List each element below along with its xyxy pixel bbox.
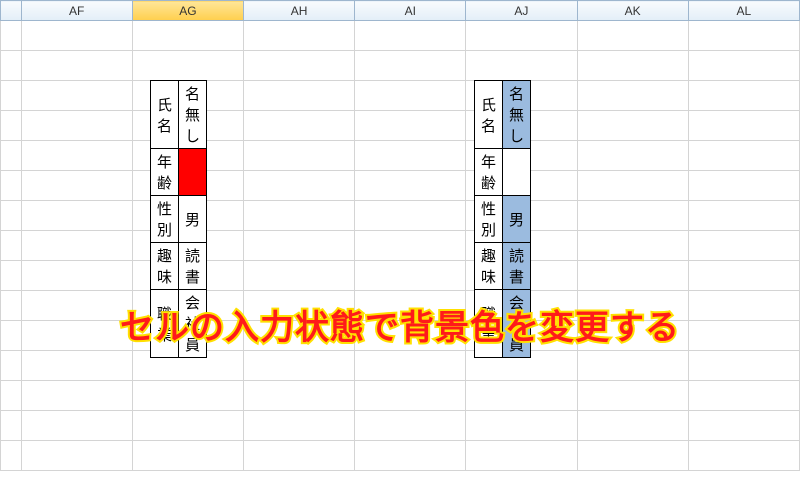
table-row: 性別 男 [475, 196, 531, 243]
table-row: 年齢 [475, 149, 531, 196]
spreadsheet-area: AF AG AH AI AJ AK AL 氏名 名無し [0, 0, 800, 500]
label-cell[interactable]: 氏名 [475, 81, 503, 149]
value-cell-highlighted-blue[interactable]: 読書 [503, 243, 531, 290]
value-cell-highlighted-blue[interactable]: 名無し [503, 81, 531, 149]
col-header-ai[interactable]: AI [355, 1, 466, 21]
table-row: 趣味 読書 [151, 243, 207, 290]
value-cell[interactable] [503, 149, 531, 196]
value-cell-highlighted-blue[interactable]: 男 [503, 196, 531, 243]
grid-background: AF AG AH AI AJ AK AL [0, 0, 800, 471]
table-row: 性別 男 [151, 196, 207, 243]
col-header-aj[interactable]: AJ [466, 1, 577, 21]
table-row: 年齢 [151, 149, 207, 196]
table-row: 趣味 読書 [475, 243, 531, 290]
table-row: 氏名 名無し [475, 81, 531, 149]
caption-text: セルの入力状態で背景色を変更する [0, 300, 800, 349]
table-row: 氏名 名無し [151, 81, 207, 149]
corner-cell[interactable] [1, 1, 22, 21]
col-header-ak[interactable]: AK [577, 1, 688, 21]
label-cell[interactable]: 趣味 [475, 243, 503, 290]
label-cell[interactable]: 性別 [151, 196, 179, 243]
value-cell-highlighted-red[interactable] [179, 149, 207, 196]
label-cell[interactable]: 氏名 [151, 81, 179, 149]
label-cell[interactable]: 年齢 [475, 149, 503, 196]
label-cell[interactable]: 年齢 [151, 149, 179, 196]
col-header-af[interactable]: AF [21, 1, 132, 21]
value-cell[interactable]: 男 [179, 196, 207, 243]
label-cell[interactable]: 性別 [475, 196, 503, 243]
value-cell[interactable]: 名無し [179, 81, 207, 149]
col-header-ah[interactable]: AH [243, 1, 354, 21]
column-header-row: AF AG AH AI AJ AK AL [1, 1, 800, 21]
col-header-ag[interactable]: AG [132, 1, 243, 21]
label-cell[interactable]: 趣味 [151, 243, 179, 290]
col-header-al[interactable]: AL [688, 1, 799, 21]
value-cell[interactable]: 読書 [179, 243, 207, 290]
